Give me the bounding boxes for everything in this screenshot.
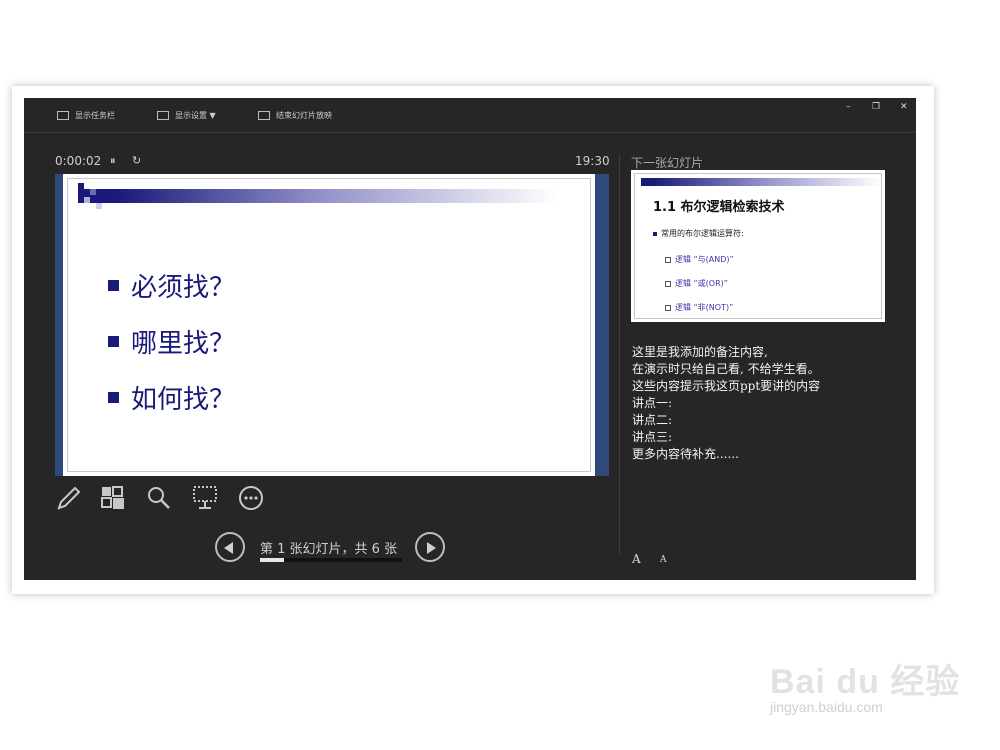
pause-icon[interactable]: ⏸ — [110, 154, 116, 168]
slide-pixel-decoration — [84, 197, 90, 203]
current-time: 19:30 — [575, 154, 610, 168]
hollow-square-icon — [665, 304, 671, 311]
slide-bullet: 哪里找？ — [108, 313, 235, 369]
hollow-square-icon — [665, 280, 671, 287]
next-slide-ribbon — [641, 178, 881, 186]
see-all-slides-icon[interactable] — [99, 484, 127, 512]
pen-icon[interactable] — [55, 484, 83, 512]
end-slideshow-label: 结束幻灯片放映 — [276, 111, 332, 120]
baidu-watermark: Bai du 经验 jingyan.baidu.com — [770, 654, 960, 715]
slide-progress-fill — [260, 558, 284, 562]
next-slide-subitem: 逻辑 “与(AND)” — [665, 254, 734, 265]
notes-line: 更多内容待补充...... — [632, 447, 739, 461]
decrease-font-button[interactable]: A — [660, 555, 667, 565]
next-slide-preview[interactable]: 1.1 布尔逻辑检索技术 常用的布尔逻辑运算符: 逻辑 “与(AND)” 逻辑 … — [631, 170, 885, 322]
next-slide-subitem-text: 逻辑 “与(AND)” — [675, 255, 734, 264]
black-screen-icon[interactable] — [191, 484, 219, 512]
presenter-view-window: 显示任务栏 显示设置 ▼ 结束幻灯片放映 – ❐ ✕ 0:00:02 ⏸ ↻ 1… — [24, 98, 916, 580]
taskbar-icon — [57, 111, 69, 120]
hollow-square-icon — [665, 256, 671, 263]
slide-pixel-decoration — [96, 203, 102, 209]
end-slideshow-button[interactable]: 结束幻灯片放映 — [258, 110, 332, 121]
display-settings-icon — [157, 111, 169, 120]
display-settings-button[interactable]: 显示设置 ▼ — [157, 110, 216, 121]
show-taskbar-button[interactable]: 显示任务栏 — [57, 110, 115, 121]
next-slide-bullet-text: 常用的布尔逻辑运算符: — [661, 229, 744, 238]
bullet-text: 哪里找？ — [131, 328, 236, 359]
slide-pixel-decoration — [78, 183, 84, 189]
pane-divider — [619, 154, 620, 554]
watermark-logo: Bai du 经验 — [770, 663, 961, 701]
next-slide-border: 1.1 布尔逻辑检索技术 常用的布尔逻辑运算符: 逻辑 “与(AND)” 逻辑 … — [634, 173, 882, 319]
current-slide-area: 必须找？ 哪里找？ 如何找？ — [55, 174, 609, 476]
notes-line: 讲点一: — [632, 396, 673, 410]
next-slide-bullet: 常用的布尔逻辑运算符: — [653, 228, 744, 239]
bullet-square-icon — [108, 279, 119, 291]
bullet-square-icon — [108, 335, 119, 347]
slide-bullet-list: 必须找？ 哪里找？ 如何找？ — [108, 257, 235, 425]
bullet-square-icon — [108, 391, 119, 403]
elapsed-timer: 0:00:02 — [55, 154, 102, 168]
more-options-icon[interactable] — [237, 484, 265, 512]
next-arrow-icon — [427, 542, 436, 554]
next-slide-subitem-text: 逻辑 “非(NOT)” — [675, 303, 734, 312]
bullet-text: 必须找？ — [131, 272, 236, 303]
next-slide-label: 下一张幻灯片 — [631, 156, 704, 170]
notes-line: 讲点三: — [632, 430, 673, 444]
notes-line: 这里是我添加的备注内容, — [632, 345, 768, 359]
slide-counter: 第 1 张幻灯片，共 6 张 — [260, 542, 398, 557]
slide-header-ribbon — [78, 189, 558, 203]
speaker-notes[interactable]: 这里是我添加的备注内容, 在演示时只给自己看, 不给学生看。 这些内容提示我这页… — [632, 344, 902, 463]
next-slide-button[interactable] — [415, 532, 445, 562]
previous-arrow-icon — [224, 542, 233, 554]
slide-pixel-decoration — [90, 189, 96, 195]
slide-border: 必须找？ 哪里找？ 如何找？ — [67, 178, 591, 472]
next-slide-title: 1.1 布尔逻辑检索技术 — [653, 200, 785, 215]
zoom-icon[interactable] — [145, 484, 173, 512]
current-slide[interactable]: 必须找？ 哪里找？ 如何找？ — [63, 174, 595, 476]
notes-line: 这些内容提示我这页ppt要讲的内容 — [632, 379, 821, 393]
display-settings-label: 显示设置 ▼ — [175, 111, 216, 120]
bullet-text: 如何找？ — [131, 384, 236, 415]
end-show-icon — [258, 111, 270, 120]
restore-icon[interactable]: ❐ — [872, 102, 880, 112]
show-taskbar-label: 显示任务栏 — [75, 111, 115, 120]
increase-font-button[interactable]: A — [632, 552, 641, 566]
notes-line: 讲点二: — [632, 413, 673, 427]
minimize-icon[interactable]: – — [846, 102, 851, 112]
slide-progress-bar — [260, 558, 402, 562]
presenter-toolbar: 显示任务栏 显示设置 ▼ 结束幻灯片放映 – ❐ ✕ — [24, 98, 916, 133]
next-slide-subitem-text: 逻辑 “或(OR)” — [675, 279, 728, 288]
slide-bullet: 必须找？ — [108, 257, 235, 313]
reset-timer-icon[interactable]: ↻ — [132, 154, 141, 167]
next-slide-subitem: 逻辑 “非(NOT)” — [665, 302, 733, 313]
close-icon[interactable]: ✕ — [900, 102, 908, 112]
notes-line: 在演示时只给自己看, 不给学生看。 — [632, 362, 820, 376]
slide-bullet: 如何找？ — [108, 369, 235, 425]
bullet-square-icon — [653, 231, 657, 236]
next-slide-subitem: 逻辑 “或(OR)” — [665, 278, 728, 289]
previous-slide-button[interactable] — [215, 532, 245, 562]
